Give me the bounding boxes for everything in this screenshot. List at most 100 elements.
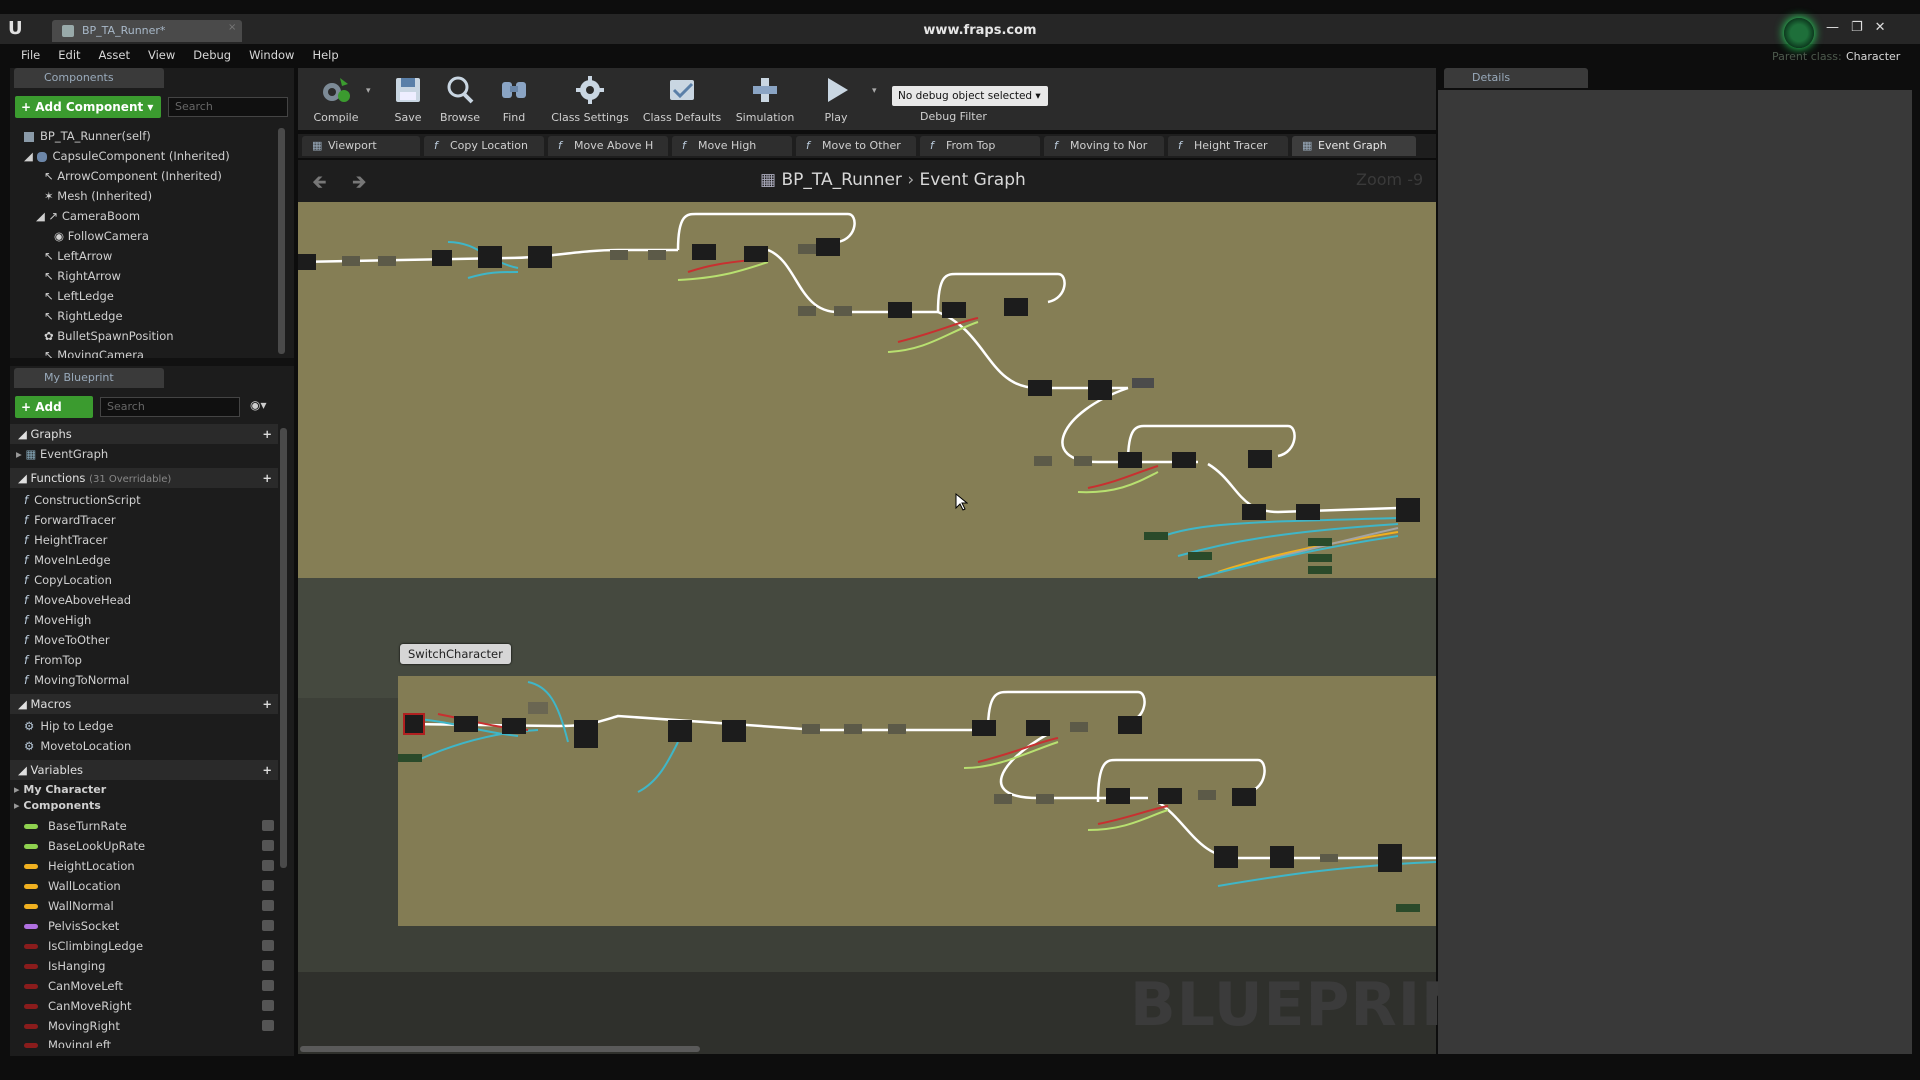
function-item[interactable]: f FromTop xyxy=(24,650,82,670)
visibility-eye-icon[interactable] xyxy=(262,960,274,971)
forward-arrow-icon[interactable]: 🡺 xyxy=(352,170,367,200)
visibility-eye-icon[interactable] xyxy=(262,840,274,851)
visibility-eye-icon[interactable] xyxy=(262,980,274,991)
variable-item[interactable]: CanMoveLeft xyxy=(24,976,278,996)
macros-category[interactable]: ◢ Macros + xyxy=(10,694,278,714)
restore-icon[interactable]: ❐ xyxy=(1851,20,1863,40)
variable-item[interactable]: BaseTurnRate xyxy=(24,816,278,836)
component-item[interactable]: ↖ RightArrow xyxy=(44,266,121,286)
visibility-eye-icon[interactable] xyxy=(262,1000,274,1011)
visibility-eye-icon[interactable] xyxy=(262,900,274,911)
macro-item[interactable]: ⚙ MovetoLocation xyxy=(24,736,131,756)
graphs-category[interactable]: ◢ Graphs + xyxy=(10,424,278,444)
macro-item[interactable]: ⚙ Hip to Ledge xyxy=(24,716,113,736)
class-defaults-button[interactable]: Class Defaults xyxy=(640,72,724,128)
function-item[interactable]: f ConstructionScript xyxy=(24,490,141,510)
menu-asset[interactable]: Asset xyxy=(90,44,139,66)
menu-help[interactable]: Help xyxy=(303,44,347,66)
add-new-button[interactable]: + Add New ▾ xyxy=(15,396,93,436)
tab-move-high[interactable]: f Move High xyxy=(672,136,792,156)
view-options-icon[interactable]: ◉▾ xyxy=(250,398,267,412)
components-search-input[interactable]: Search xyxy=(168,97,288,117)
visibility-eye-icon[interactable] xyxy=(262,940,274,951)
back-arrow-icon[interactable]: 🡸 xyxy=(312,170,327,200)
variable-item[interactable]: MovingLeft xyxy=(24,1036,278,1048)
tab-viewport[interactable]: ▦ Viewport xyxy=(302,136,420,156)
document-tab[interactable]: BP_TA_Runner* xyxy=(52,20,242,42)
class-settings-button[interactable]: Class Settings xyxy=(548,72,632,128)
function-item[interactable]: f MoveHigh xyxy=(24,610,91,630)
function-item[interactable]: f MoveAboveHead xyxy=(24,590,131,610)
close-tab-icon[interactable]: × xyxy=(228,22,236,33)
visibility-eye-icon[interactable] xyxy=(262,880,274,891)
component-item[interactable]: ↖ ArrowComponent (Inherited) xyxy=(44,166,222,186)
component-item[interactable]: ↖ LeftArrow xyxy=(44,246,112,266)
variable-item[interactable]: BaseLookUpRate xyxy=(24,836,278,856)
expand-arrow-icon[interactable]: ◢ xyxy=(24,149,33,163)
menu-edit[interactable]: Edit xyxy=(49,44,89,66)
variable-item[interactable]: HeightLocation xyxy=(24,856,278,876)
breadcrumb-root[interactable]: BP_TA_Runner xyxy=(781,170,901,190)
blueprint-search-input[interactable]: Search xyxy=(100,397,240,417)
components-scrollbar[interactable] xyxy=(278,128,285,354)
component-item[interactable]: ↖ LeftLedge xyxy=(44,286,114,306)
component-item[interactable]: BP_TA_Runner(self) xyxy=(24,126,151,146)
simulation-button[interactable]: Simulation xyxy=(730,72,800,128)
graph-canvas[interactable] xyxy=(298,202,1436,1054)
graph-horizontal-scrollbar[interactable] xyxy=(300,1046,700,1052)
debug-object-select[interactable]: No debug object selected ▾ xyxy=(892,86,1048,106)
comment-box-switch-character[interactable] xyxy=(398,676,1436,926)
function-item[interactable]: f CopyLocation xyxy=(24,570,112,590)
menu-window[interactable]: Window xyxy=(240,44,303,66)
variable-group[interactable]: ▸ Components xyxy=(14,796,101,816)
variable-item[interactable]: MovingRight xyxy=(24,1016,278,1036)
add-function-icon[interactable]: + xyxy=(262,468,272,488)
menu-view[interactable]: View xyxy=(139,44,184,66)
comment-title-switch-character[interactable]: SwitchCharacter xyxy=(400,644,511,664)
add-component-button[interactable]: + Add Component ▾ xyxy=(15,96,161,118)
visibility-eye-icon[interactable] xyxy=(262,920,274,931)
compile-button[interactable]: Compile xyxy=(304,72,368,128)
expand-arrow-icon[interactable]: ◢ xyxy=(36,209,45,223)
component-item[interactable]: ↖ MovingCamera xyxy=(44,346,144,358)
tab-moving-to-nor[interactable]: f Moving to Nor xyxy=(1044,136,1164,156)
close-window-icon[interactable]: ✕ xyxy=(1875,20,1886,40)
parent-class-value[interactable]: Character xyxy=(1846,50,1900,63)
function-item[interactable]: f HeightTracer xyxy=(24,530,107,550)
expand-arrow-icon[interactable]: ▸ xyxy=(16,447,22,461)
play-button[interactable]: Play xyxy=(808,72,864,128)
components-tab[interactable]: Components xyxy=(14,68,164,88)
visibility-eye-icon[interactable] xyxy=(262,820,274,831)
menu-debug[interactable]: Debug xyxy=(184,44,240,66)
component-item[interactable]: ✶ Mesh (Inherited) xyxy=(44,186,152,206)
visibility-eye-icon[interactable] xyxy=(262,860,274,871)
tab-move-above-h[interactable]: f Move Above H xyxy=(548,136,668,156)
play-options-icon[interactable]: ▾ xyxy=(872,86,877,96)
component-item[interactable]: ◢ ↗ CameraBoom xyxy=(36,206,140,226)
tab-copy-location[interactable]: f Copy Location xyxy=(424,136,544,156)
my-blueprint-tab[interactable]: My Blueprint xyxy=(14,368,164,388)
function-item[interactable]: f MoveToOther xyxy=(24,630,110,650)
add-graph-icon[interactable]: + xyxy=(262,424,272,444)
menu-file[interactable]: File xyxy=(12,44,49,66)
minimize-icon[interactable]: — xyxy=(1826,20,1839,40)
details-tab[interactable]: Details xyxy=(1444,68,1588,88)
variable-item[interactable]: WallNormal xyxy=(24,896,278,916)
component-item[interactable]: ◉ FollowCamera xyxy=(54,226,149,246)
add-macro-icon[interactable]: + xyxy=(262,694,272,714)
variables-category[interactable]: ◢ Variables + xyxy=(10,760,278,780)
tab-event-graph[interactable]: ▦ Event Graph xyxy=(1292,136,1416,156)
tab-height-tracer[interactable]: f Height Tracer xyxy=(1168,136,1288,156)
component-item[interactable]: ↖ RightLedge xyxy=(44,306,123,326)
variable-item[interactable]: WallLocation xyxy=(24,876,278,896)
function-item[interactable]: f MoveInLedge xyxy=(24,550,111,570)
find-button[interactable]: Find xyxy=(482,72,546,128)
functions-category[interactable]: ◢ Functions (31 Overridable) + xyxy=(10,468,278,488)
expand-arrow-icon[interactable]: ▸ xyxy=(14,783,20,796)
variable-item[interactable]: IsHanging xyxy=(24,956,278,976)
tab-from-top[interactable]: f From Top xyxy=(920,136,1040,156)
expand-arrow-icon[interactable]: ▸ xyxy=(14,799,20,812)
blueprint-scrollbar[interactable] xyxy=(280,428,287,868)
function-item[interactable]: f ForwardTracer xyxy=(24,510,116,530)
variable-item[interactable]: IsClimbingLedge xyxy=(24,936,278,956)
